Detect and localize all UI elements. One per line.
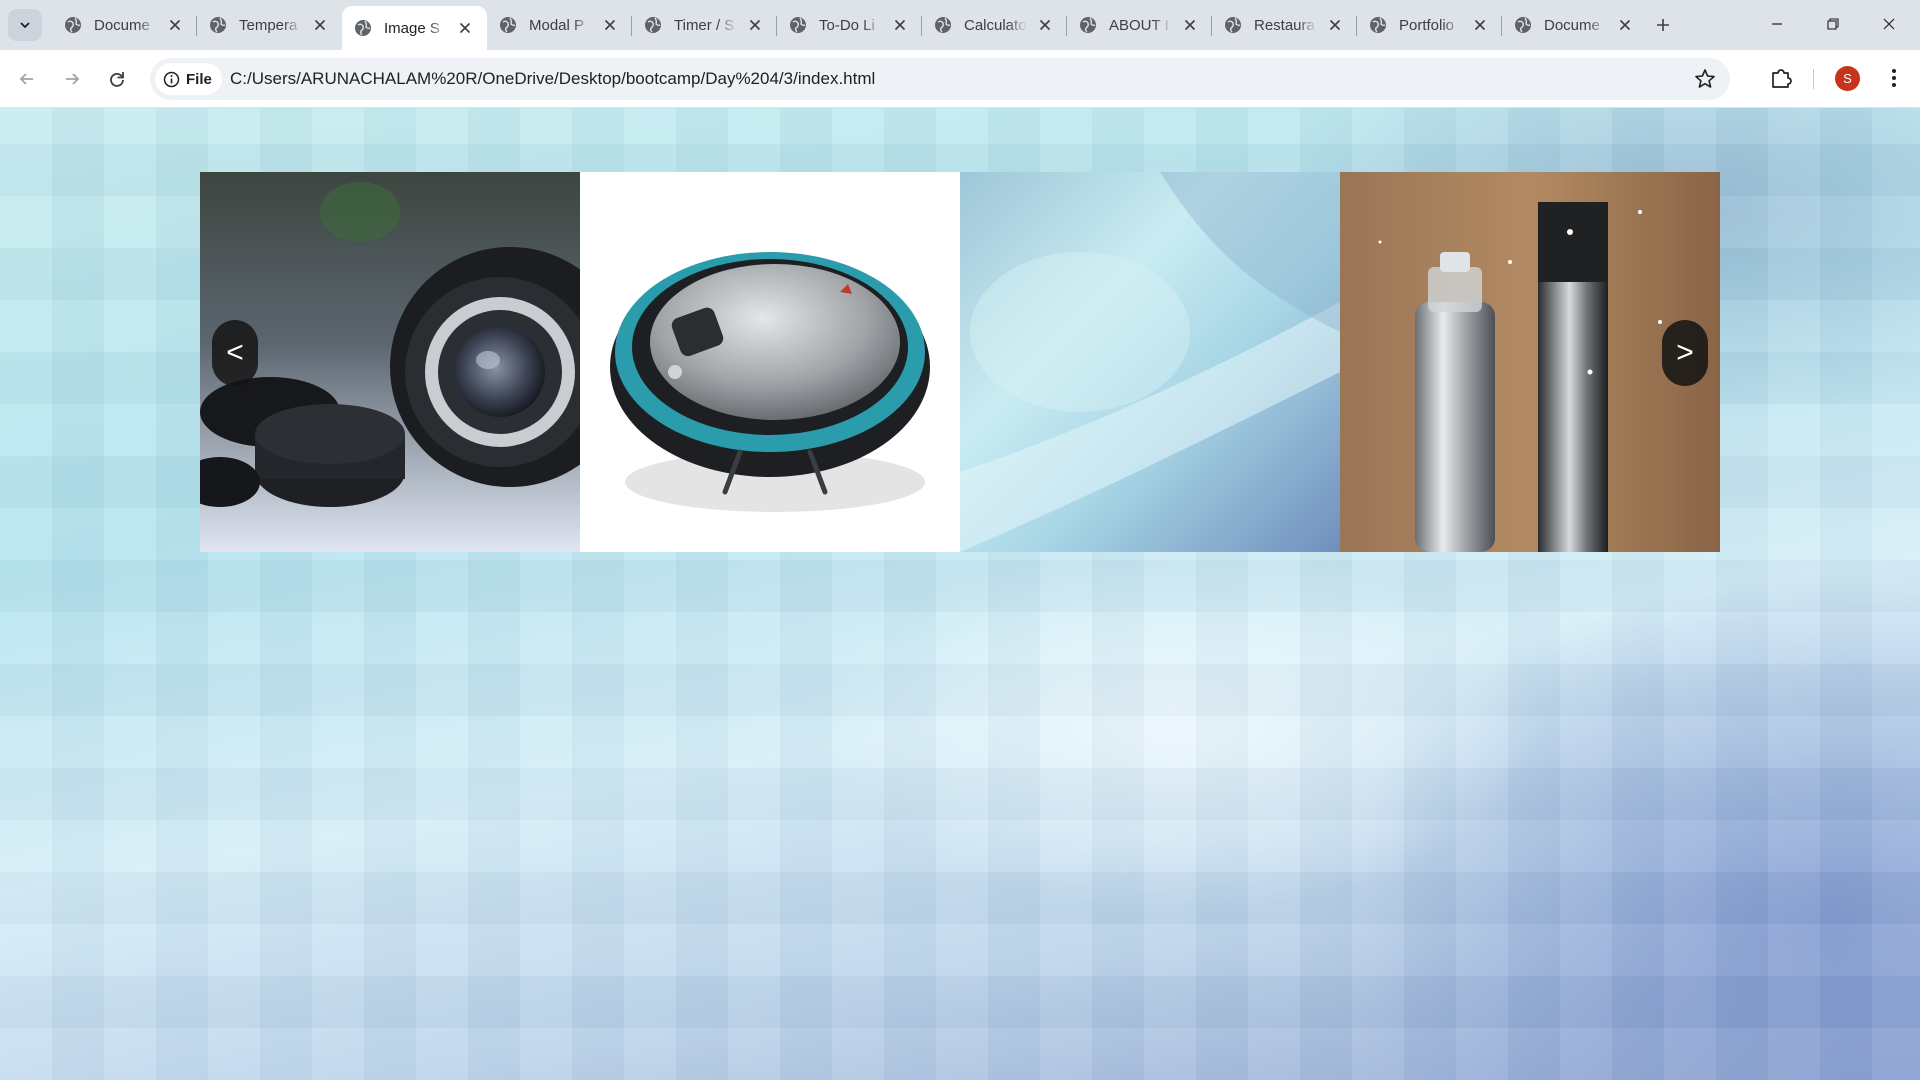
slide-robot-vacuum [580, 172, 960, 552]
reload-icon [110, 72, 124, 87]
tab-close-button[interactable] [1325, 15, 1345, 35]
tab-close-button[interactable] [455, 18, 475, 38]
abstract-blue-image [960, 172, 1340, 552]
tab-title: Tempera [239, 16, 298, 34]
browser-tab[interactable]: To-Do Li [777, 8, 922, 42]
browser-tab[interactable]: ABOUT I [1067, 8, 1212, 42]
page-viewport: < > [0, 108, 1920, 1080]
close-icon [1883, 18, 1895, 30]
browser-tab[interactable]: Docume [52, 8, 197, 42]
slide-abstract-blue [960, 172, 1340, 552]
close-window-button[interactable] [1862, 0, 1916, 48]
arrow-right-icon [66, 73, 80, 85]
close-icon [894, 19, 906, 31]
close-icon [459, 22, 471, 34]
globe-icon [1080, 17, 1096, 33]
url-text[interactable]: C:/Users/ARUNACHALAM%20R/OneDrive/Deskto… [230, 69, 875, 89]
browser-tab[interactable]: Modal P [487, 8, 632, 42]
close-icon [749, 19, 761, 31]
globe-icon [1225, 17, 1241, 33]
new-tab-button[interactable] [1649, 11, 1677, 39]
robot-vacuum-image [580, 172, 960, 552]
bookmark-star-icon[interactable] [1693, 67, 1717, 91]
tab-close-button[interactable] [310, 15, 330, 35]
back-button[interactable] [11, 63, 43, 95]
reload-button[interactable] [101, 63, 133, 95]
browser-tab[interactable]: Calculato [922, 8, 1067, 42]
globe-icon [645, 17, 661, 33]
restore-button[interactable] [1806, 0, 1860, 48]
browser-tab[interactable]: Tempera [197, 8, 342, 42]
image-slider: < > [200, 172, 1720, 552]
tab-search-button[interactable] [8, 9, 42, 41]
tab-title: Calculato [964, 16, 1027, 34]
plus-icon [1657, 19, 1669, 31]
tab-title: To-Do Li [819, 16, 875, 34]
site-chip-label: File [186, 70, 212, 88]
tab-title: Docume [94, 16, 150, 34]
forward-button[interactable] [56, 63, 88, 95]
tab-title: Docume [1544, 16, 1600, 34]
tab-title: ABOUT I [1109, 16, 1169, 34]
restore-icon [1827, 18, 1839, 30]
tab-close-button[interactable] [1180, 15, 1200, 35]
prev-slide-button[interactable]: < [212, 320, 258, 386]
close-icon [169, 19, 181, 31]
extensions-puzzle-icon[interactable] [1768, 65, 1794, 91]
site-info-chip[interactable]: File [155, 63, 222, 95]
browser-menu-button[interactable] [1882, 64, 1906, 92]
globe-icon [65, 17, 81, 33]
globe-icon [210, 17, 226, 33]
chevron-down-icon [20, 22, 30, 29]
tab-close-button[interactable] [165, 15, 185, 35]
globe-icon [500, 17, 516, 33]
tab-close-button[interactable] [1035, 15, 1055, 35]
tab-close-button[interactable] [745, 15, 765, 35]
close-icon [1184, 19, 1196, 31]
close-icon [1619, 19, 1631, 31]
arrow-left-icon [19, 73, 33, 85]
tab-close-button[interactable] [1470, 15, 1490, 35]
minimize-icon [1772, 23, 1782, 25]
next-slide-button[interactable]: > [1662, 320, 1708, 386]
close-icon [314, 19, 326, 31]
close-icon [1329, 19, 1341, 31]
browser-tab[interactable]: Timer / S [632, 8, 777, 42]
globe-icon [790, 17, 806, 33]
browser-tab[interactable]: Docume [1502, 8, 1647, 42]
profile-avatar[interactable]: S [1835, 66, 1860, 91]
globe-icon [935, 17, 951, 33]
globe-icon [355, 20, 371, 36]
browser-tab[interactable]: Restaura [1212, 8, 1357, 42]
minimize-button[interactable] [1750, 0, 1804, 48]
info-icon [163, 71, 180, 87]
browser-tab[interactable]: Portfolio [1357, 8, 1502, 42]
globe-icon [1370, 17, 1386, 33]
tab-title: Timer / S [674, 16, 735, 34]
tab-close-button[interactable] [1615, 15, 1635, 35]
tab-title: Image S [384, 19, 440, 37]
browser-toolbar: File C:/Users/ARUNACHALAM%20R/OneDrive/D… [0, 50, 1920, 108]
kebab-menu-icon [1892, 69, 1896, 87]
address-bar[interactable]: File C:/Users/ARUNACHALAM%20R/OneDrive/D… [150, 58, 1730, 100]
tab-title: Portfolio [1399, 16, 1455, 34]
tab-close-button[interactable] [890, 15, 910, 35]
tab-close-button[interactable] [600, 15, 620, 35]
close-icon [604, 19, 616, 31]
browser-tab[interactable]: Image S [342, 6, 487, 50]
tab-title: Modal P [529, 16, 585, 34]
tab-strip: Docume Tempera Image S Modal P Timer / S To-D… [0, 0, 1920, 50]
close-icon [1474, 19, 1486, 31]
toolbar-divider [1813, 69, 1814, 89]
close-icon [1039, 19, 1051, 31]
globe-icon [1515, 17, 1531, 33]
tab-title: Restaura [1254, 16, 1315, 34]
